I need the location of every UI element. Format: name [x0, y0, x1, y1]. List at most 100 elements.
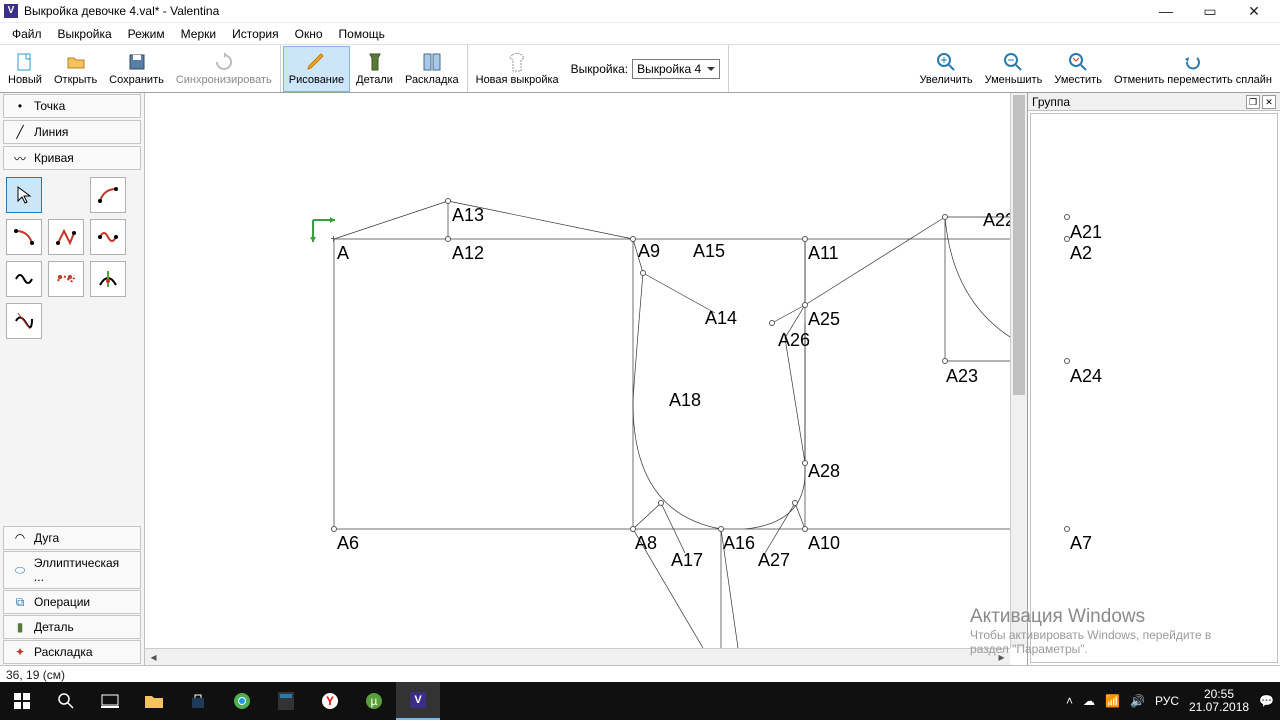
pt-A23[interactable] [942, 358, 948, 364]
spline-tool-4[interactable] [90, 219, 126, 255]
toolbox-elliptical[interactable]: ⬭ Эллиптическая ... [3, 551, 141, 589]
zoom-in-button[interactable]: Увеличить [914, 46, 979, 92]
canvas[interactable]: A A12 A13 A9 A15 A11 A21 A22 A2 A14 A25 … [145, 93, 1027, 665]
scrollbar-horizontal[interactable]: ◂▸ [145, 648, 1010, 665]
scrollbar-vertical[interactable] [1010, 93, 1027, 648]
tray-clock[interactable]: 20:55 21.07.2018 [1189, 688, 1249, 714]
yandex-taskbar[interactable]: Y [308, 682, 352, 720]
calc-taskbar[interactable] [264, 682, 308, 720]
pattern-select[interactable]: Выкройка 4 [632, 59, 720, 79]
pt-A7[interactable] [1064, 526, 1070, 532]
menu-pattern[interactable]: Выкройка [50, 25, 120, 43]
toolbox-arc[interactable]: ◠ Дуга [3, 526, 141, 550]
group-panel-body[interactable] [1030, 113, 1278, 663]
spline-tool-2[interactable] [6, 219, 42, 255]
zoom-out-button[interactable]: Уменьшить [979, 46, 1049, 92]
tray-notifications-icon[interactable]: 💬 [1259, 694, 1274, 708]
utorrent-taskbar[interactable]: µ [352, 682, 396, 720]
lbl-A12: A12 [452, 243, 484, 264]
toolbox-line[interactable]: ╱ Линия [3, 120, 141, 144]
pt-A15p[interactable] [640, 270, 646, 276]
tray-volume-icon[interactable]: 🔊 [1130, 694, 1145, 708]
toolbox-operations[interactable]: ⧉ Операции [3, 590, 141, 614]
menu-window[interactable]: Окно [287, 25, 331, 43]
close-button[interactable]: ✕ [1232, 0, 1276, 22]
drawing-surface[interactable]: A A12 A13 A9 A15 A11 A21 A22 A2 A14 A25 … [145, 93, 1010, 648]
maximize-button[interactable]: ▭ [1188, 0, 1232, 22]
menu-history[interactable]: История [224, 25, 287, 43]
toolbox-point[interactable]: • Точка [3, 94, 141, 118]
lbl-A17: A17 [671, 550, 703, 571]
pt-A24[interactable] [1064, 358, 1070, 364]
lbl-A27: A27 [758, 550, 790, 571]
explorer-taskbar[interactable] [132, 682, 176, 720]
spline-tool-7[interactable] [90, 261, 126, 297]
layout2-icon: ✦ [12, 646, 28, 658]
lbl-A: A [337, 243, 349, 264]
toolbox-curve[interactable]: 〰 Кривая [3, 146, 141, 170]
save-button[interactable]: Сохранить [103, 46, 170, 92]
tray-chevron-icon[interactable]: ˄ [1066, 694, 1073, 708]
zoom-out-icon [1002, 51, 1024, 73]
lbl-A8: A8 [635, 533, 657, 554]
spline-tool-8[interactable] [6, 303, 42, 339]
taskview-button[interactable] [88, 682, 132, 720]
layout-mode-button[interactable]: Раскладка [399, 46, 465, 92]
lbl-A21: A21 [1070, 222, 1102, 243]
pt-A9[interactable] [630, 236, 636, 242]
menubar: Файл Выкройка Режим Мерки История Окно П… [0, 23, 1280, 44]
toolbox-layout[interactable]: ✦ Раскладка [3, 640, 141, 664]
pt-A21[interactable] [1064, 214, 1070, 220]
left-toolbox: • Точка ╱ Линия 〰 Кривая ◠ Дуга [0, 93, 145, 665]
chrome-taskbar[interactable] [220, 682, 264, 720]
pt-A10[interactable] [802, 526, 808, 532]
spline-tool-6[interactable] [48, 261, 84, 297]
window-title: Выкройка девочке 4.val* - Valentina [24, 4, 1144, 18]
sync-button[interactable]: Синхронизировать [170, 46, 278, 92]
pt-A26[interactable] [769, 320, 775, 326]
valentina-taskbar[interactable]: V [396, 682, 440, 720]
menu-file[interactable]: Файл [4, 25, 50, 43]
pointer-tool[interactable] [6, 177, 42, 213]
pt-A10b[interactable] [792, 500, 798, 506]
minimize-button[interactable]: — [1144, 0, 1188, 22]
tray-lang[interactable]: РУС [1155, 694, 1179, 708]
menu-measurements[interactable]: Мерки [173, 25, 224, 43]
panel-dock-button[interactable]: ❐ [1246, 95, 1260, 109]
zoom-fit-button[interactable]: Уместить [1048, 46, 1108, 92]
app-icon: V [4, 4, 18, 18]
spline-tool-5[interactable] [6, 261, 42, 297]
pt-A8b[interactable] [658, 500, 664, 506]
lbl-A15: A15 [693, 241, 725, 262]
pt-A13[interactable] [445, 198, 451, 204]
menu-mode[interactable]: Режим [120, 25, 173, 43]
menu-help[interactable]: Помощь [331, 25, 393, 43]
toolbox-detail[interactable]: ▮ Деталь [3, 615, 141, 639]
pt-A[interactable] [331, 236, 337, 242]
search-button[interactable] [44, 682, 88, 720]
tray-onedrive-icon[interactable]: ☁ [1083, 694, 1095, 708]
tray-network-icon[interactable]: 📶 [1105, 694, 1120, 708]
store-taskbar[interactable] [176, 682, 220, 720]
new-pattern-button[interactable]: Новая выкройка [470, 46, 565, 92]
folder-open-icon [65, 51, 87, 73]
pt-A11[interactable] [802, 236, 808, 242]
detail-icon: ▮ [12, 621, 28, 633]
open-button[interactable]: Открыть [48, 46, 103, 92]
undo-spline-button[interactable]: Отменить переместить сплайн [1108, 46, 1278, 92]
system-tray[interactable]: ˄ ☁ 📶 🔊 РУС 20:55 21.07.2018 💬 [1060, 688, 1280, 714]
panel-close-button[interactable]: ✕ [1262, 95, 1276, 109]
pt-A16[interactable] [718, 526, 724, 532]
pt-A22[interactable] [942, 214, 948, 220]
spline-tool-1[interactable] [90, 177, 126, 213]
pt-A25[interactable] [802, 302, 808, 308]
draw-mode-button[interactable]: Рисование [283, 46, 350, 92]
pt-A8[interactable] [630, 526, 636, 532]
details-mode-button[interactable]: Детали [350, 46, 399, 92]
svg-text:µ: µ [371, 694, 378, 708]
pt-A6[interactable] [331, 526, 337, 532]
pt-A12[interactable] [445, 236, 451, 242]
spline-tool-3[interactable] [48, 219, 84, 255]
start-button[interactable] [0, 682, 44, 720]
new-button[interactable]: Новый [2, 46, 48, 92]
